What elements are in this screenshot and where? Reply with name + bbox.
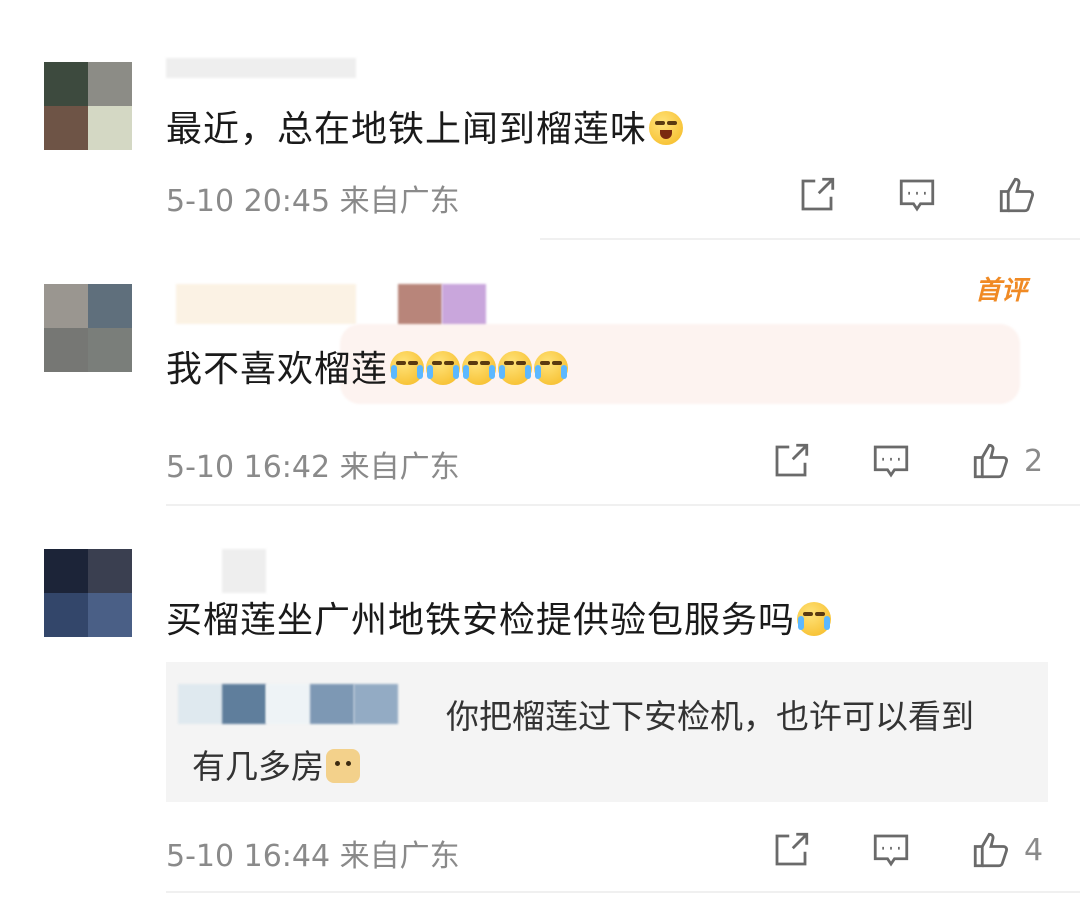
share-icon (801, 177, 835, 211)
comment-text: 我不喜欢榴莲 (166, 340, 569, 392)
reply-username-blurred[interactable] (178, 684, 222, 724)
avatar[interactable] (44, 284, 132, 372)
reply-username-blurred (222, 684, 266, 724)
share-button[interactable] (770, 829, 812, 871)
comment-text: 最近，总在地铁上闻到榴莲味 (166, 100, 684, 152)
reply-button[interactable] (870, 829, 912, 871)
like-button[interactable]: 4 (970, 829, 1043, 871)
comment-item: 最近，总在地铁上闻到榴莲味 5-10 20:45 来自广东 (0, 0, 1080, 240)
first-comment-badge: 首评 (975, 276, 1028, 306)
comment-icon (899, 179, 935, 212)
doge-emoji (326, 749, 360, 783)
like-count: 4 (1024, 832, 1044, 868)
comment-item: 首评 我不喜欢榴莲 5-10 16:42 来自广东 2 (0, 240, 1080, 506)
share-button[interactable] (796, 174, 838, 216)
reply-text-continued: 有几多房 (192, 740, 360, 788)
reply-button[interactable] (896, 174, 938, 216)
like-button[interactable] (996, 174, 1050, 216)
crying-laughing-emoji (390, 351, 425, 385)
like-count: 2 (1024, 443, 1044, 479)
comment-meta: 5-10 16:42 来自广东 (166, 450, 460, 485)
reply-text: 你把榴莲过下安检机，也许可以看到 (446, 697, 974, 736)
share-button[interactable] (770, 440, 812, 482)
reply-button[interactable] (870, 440, 912, 482)
reply-username-blurred (266, 684, 310, 724)
thumbs-up-icon (999, 177, 1034, 213)
share-icon (775, 443, 809, 477)
comment-meta: 5-10 16:44 来自广东 (166, 839, 460, 874)
thumbs-up-icon (973, 832, 1008, 868)
username-blurred[interactable] (166, 58, 356, 78)
user-medal (398, 284, 442, 328)
comment-icon (873, 834, 909, 867)
comment-meta: 5-10 20:45 来自广东 (166, 184, 460, 219)
share-icon (775, 832, 809, 866)
comment-icon (873, 445, 909, 478)
like-button[interactable]: 2 (970, 440, 1043, 482)
avatar[interactable] (44, 549, 132, 637)
comment-text: 买榴莲坐广州地铁安检提供验包服务吗 (166, 591, 832, 643)
user-medal (442, 284, 486, 328)
crying-laughing-emoji (426, 351, 461, 385)
username-blurred[interactable] (176, 284, 356, 324)
username-blurred[interactable] (222, 549, 266, 593)
thumbs-up-icon (973, 443, 1008, 479)
crying-laughing-emoji (649, 111, 684, 145)
divider (166, 891, 1080, 893)
crying-laughing-emoji (797, 602, 832, 636)
crying-laughing-emoji (462, 351, 497, 385)
reply-username-blurred (354, 684, 398, 724)
crying-laughing-emoji (498, 351, 533, 385)
crying-laughing-emoji (534, 351, 569, 385)
avatar[interactable] (44, 62, 132, 150)
reply-username-blurred (310, 684, 354, 724)
